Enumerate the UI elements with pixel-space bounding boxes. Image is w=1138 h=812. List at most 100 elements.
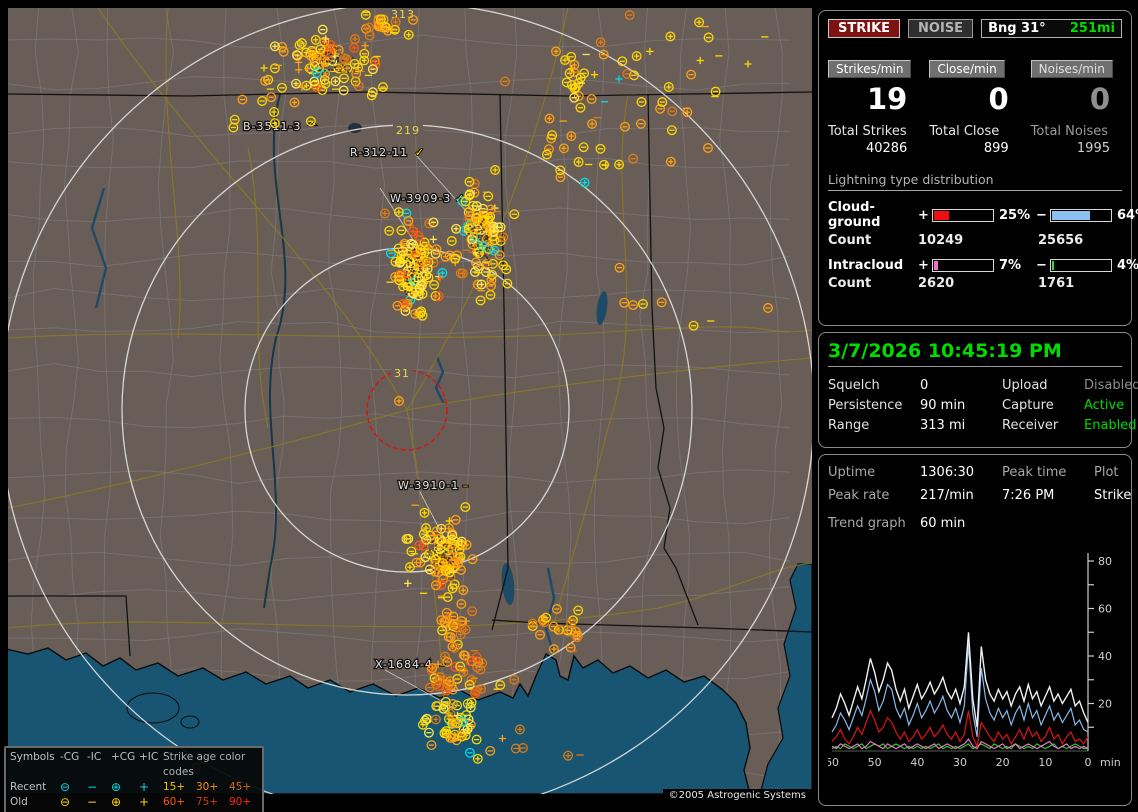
persistence-label: Persistence (828, 396, 920, 416)
cloud-ground-label: Cloud-ground (828, 200, 918, 230)
total-noises-value: 1995 (1031, 141, 1122, 156)
intracloud-label: Intracloud (828, 258, 918, 273)
y-tick-label: 40 (1098, 650, 1112, 663)
svg-text:–: – (463, 479, 469, 492)
legend-age-code: 30+ (196, 780, 229, 795)
cg-plus-pct: 25% (994, 208, 1036, 223)
lightning-distribution: Lightning type distribution Cloud-ground… (828, 172, 1122, 291)
noises-per-min-value: 0 (1031, 82, 1122, 116)
squelch-label: Squelch (828, 376, 920, 396)
upload-label: Upload (1002, 376, 1084, 396)
rate-stats: Strikes/min 19 Total Strikes 40286 Close… (828, 58, 1122, 156)
noises-per-min-label[interactable]: Noises/min (1031, 60, 1113, 78)
trend-graph-row: Trend graph 60 min (828, 513, 1122, 535)
peak-rate-value: 217/min (920, 484, 1002, 507)
cg-plus-bar (932, 209, 994, 222)
plus-sign: + (918, 208, 932, 223)
storm-cell-label: W-3909-3 (390, 192, 451, 205)
legend-symbol-nic-icon: − (87, 780, 111, 795)
ic-minus-pct: 4% (1112, 258, 1138, 273)
trend-graph-label: Trend graph (828, 513, 920, 535)
ic-plus-bar (932, 259, 994, 272)
ic-plus-pct: 7% (994, 258, 1036, 273)
cg-minus-count: 25656 (1038, 233, 1122, 248)
plot-value: Strike (1094, 484, 1131, 507)
legend-row-label: Old (10, 795, 60, 810)
cg-minus-pct: 64% (1112, 208, 1138, 223)
minus-sign: − (1036, 208, 1050, 223)
capture-status: Active (1084, 396, 1124, 416)
plus-sign: + (918, 258, 932, 273)
strike-mode-button[interactable]: STRIKE (828, 19, 900, 38)
upload-status: Disabled (1084, 376, 1138, 396)
intracloud-row: Intracloud + 7% − 4% (828, 258, 1122, 273)
radar-map[interactable]: 31321931B-3511-3^R-312-11✓W-3909-3✓W-391… (8, 8, 812, 794)
receiver-label: Receiver (1002, 416, 1084, 436)
squelch-value: 0 (920, 376, 1002, 396)
settings-row: Persistence 90 min Capture Active (828, 396, 1122, 416)
svg-text:✓: ✓ (415, 146, 424, 159)
lake (181, 716, 199, 728)
settings-row: Range 313 mi Receiver Enabled (828, 416, 1122, 436)
side-panel: STRIKE NOISE Bng 31° 251mi Strikes/min 1… (818, 0, 1138, 812)
y-tick-label: 60 (1098, 603, 1112, 616)
legend-age-code: 75+ (196, 795, 229, 810)
legend-header-3: +CG (111, 750, 139, 780)
lake (348, 123, 362, 133)
x-tick-label: 20 (996, 756, 1010, 769)
minus-sign: − (1036, 258, 1050, 273)
range-ring-label: 313 (391, 8, 415, 21)
strikes-per-min-column: Strikes/min 19 Total Strikes 40286 (828, 58, 919, 156)
total-noises-label: Total Noises (1031, 124, 1122, 139)
receiver-status: Enabled (1084, 416, 1137, 436)
storm-cell-label: X-1684-4 (375, 658, 433, 671)
close-per-min-column: Close/min 0 Total Close 899 (929, 58, 1020, 156)
legend-symbol-nic-icon: − (87, 795, 111, 810)
range-value: 313 mi (920, 416, 1002, 436)
cloud-ground-row: Cloud-ground + 25% − 64% (828, 200, 1122, 230)
app-window: 31321931B-3511-3^R-312-11✓W-3909-3✓W-391… (0, 0, 1138, 812)
range-label: Range (828, 416, 920, 436)
uptime-value: 1306:30 (920, 461, 1002, 484)
storm-cell-label: R-312-11 (350, 146, 408, 159)
cg-minus-bar (1050, 209, 1112, 222)
range-ring-label: 219 (396, 124, 420, 137)
total-close-value: 899 (929, 141, 1020, 156)
capture-label: Capture (1002, 396, 1084, 416)
strikes-per-min-label[interactable]: Strikes/min (828, 60, 911, 78)
legend-symbol-pcg-icon: ⊕ (111, 780, 139, 795)
persistence-value: 90 min (920, 396, 1002, 416)
legend-age-title: Strike age color codes (163, 750, 260, 780)
peak-rate-row: Peak rate 217/min 7:26 PM Strike (828, 484, 1122, 507)
legend-header-2: -IC (87, 750, 111, 780)
trend-graph-value: 60 min (920, 513, 1122, 535)
lightning-map-canvas[interactable]: 31321931B-3511-3^R-312-11✓W-3909-3✓W-391… (8, 8, 812, 794)
intracloud-count-row: Count 2620 1761 (828, 276, 1122, 291)
datetime-display: 3/7/2026 10:45:19 PM (828, 340, 1122, 367)
legend-age-code: 15+ (163, 780, 196, 795)
close-per-min-value: 0 (929, 82, 1020, 116)
count-label: Count (828, 276, 918, 291)
legend-age-code: 90+ (229, 795, 260, 810)
legend-age-code: 60+ (163, 795, 196, 810)
x-axis-unit: min (1100, 756, 1121, 769)
legend-symbol-pic-icon: + (139, 780, 163, 795)
noise-mode-button[interactable]: NOISE (908, 19, 973, 38)
legend-header-0: Symbols (10, 750, 60, 780)
strike-stats-panel: STRIKE NOISE Bng 31° 251mi Strikes/min 1… (818, 10, 1132, 326)
noises-per-min-column: Noises/min 0 Total Noises 1995 (1031, 58, 1122, 156)
range-ring-label: 31 (394, 367, 410, 380)
bearing-readout: Bng 31° 251mi (981, 19, 1122, 38)
close-per-min-label[interactable]: Close/min (929, 60, 1004, 78)
legend-symbol-pic-icon: + (139, 795, 163, 810)
legend-symbol-pcg-icon: ⊕ (111, 795, 139, 810)
legend-age-code: 45+ (229, 780, 260, 795)
x-tick-label: 60 (828, 756, 839, 769)
x-tick-label: 40 (910, 756, 924, 769)
legend-grid: Symbols-CG-IC+CG+ICStrike age color code… (10, 750, 258, 810)
peak-time-value: 7:26 PM (1002, 484, 1094, 507)
legend-header-1: -CG (60, 750, 87, 780)
copyright-label: ©2005 Astrogenic Systems (663, 789, 812, 803)
distribution-title: Lightning type distribution (828, 172, 1122, 191)
y-tick-label: 20 (1098, 698, 1112, 711)
